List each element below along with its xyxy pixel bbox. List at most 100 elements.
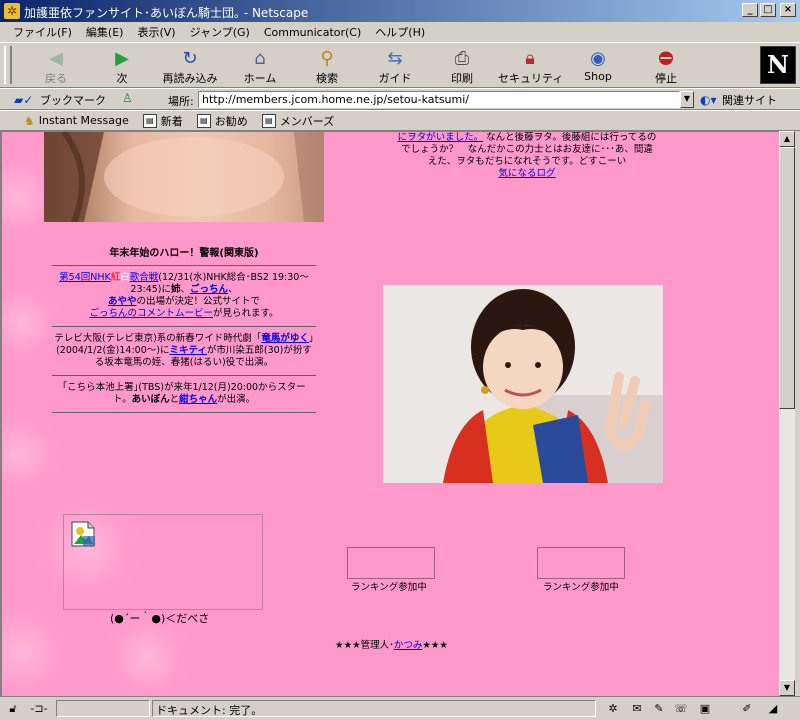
broken-image-placeholder[interactable] bbox=[63, 514, 263, 610]
home-button[interactable]: ⌂ ホーム bbox=[228, 45, 292, 87]
main-photo-art bbox=[383, 285, 663, 483]
main-photo[interactable] bbox=[383, 285, 663, 483]
newsgroups-component-icon[interactable]: ✎ bbox=[650, 701, 668, 716]
news-item: テレビ大阪(テレビ東京)系の新春ワイド時代劇「竜馬がゆく」(2004/1/2(金… bbox=[52, 327, 316, 376]
browser-window: ✲ 加護亜依ファンサイト･あいぼん騎士団｡ - Netscape _ □ × フ… bbox=[0, 0, 800, 720]
toolbar-grip[interactable] bbox=[4, 46, 12, 84]
location-toolbar: ▰✓ ブックマーク ♙ 場所: ▼ ◐▾ 関連サイト bbox=[0, 88, 800, 110]
ayaya-link[interactable]: あやや bbox=[108, 296, 137, 307]
blog-link[interactable]: にヲタがいました。 bbox=[398, 132, 484, 143]
resize-grip-icon[interactable]: ◢ bbox=[764, 701, 782, 716]
admin-footer: ★★★管理人･かつみ★★★ bbox=[335, 640, 448, 651]
interesting-log-link[interactable]: 気になるログ bbox=[498, 168, 555, 179]
window-title: 加護亜依ファンサイト･あいぼん騎士団｡ - Netscape bbox=[24, 6, 309, 20]
menu-communicator[interactable]: Communicator(C) bbox=[257, 26, 368, 39]
bookmarks-book-icon: ▰✓ bbox=[14, 93, 34, 107]
menu-help[interactable]: ヘルプ(H) bbox=[368, 24, 432, 40]
background-flower bbox=[2, 412, 62, 497]
members-button[interactable]: ▤ メンバーズ bbox=[261, 113, 334, 129]
close-button[interactable]: × bbox=[780, 3, 796, 17]
mail-component-icon[interactable]: ✉ bbox=[628, 701, 646, 716]
gocchin-link[interactable]: ごっちん bbox=[190, 284, 228, 295]
composer-edit-icon[interactable]: ✐ bbox=[738, 701, 756, 716]
konchan-link[interactable]: 紺ちゃん bbox=[179, 394, 217, 405]
forward-button[interactable]: ▶ 次 bbox=[90, 45, 154, 87]
netscape-logo[interactable]: N bbox=[760, 46, 796, 84]
mikitty-link[interactable]: ミキティ bbox=[169, 345, 206, 356]
title-bar: ✲ 加護亜依ファンサイト･あいぼん騎士団｡ - Netscape _ □ × bbox=[0, 0, 800, 22]
composer-component-icon[interactable]: ▣ bbox=[696, 701, 714, 716]
news-section: 年末年始のハロー！警報(関東版) 第54回NHK紅白歌合戦(12/31(水)NH… bbox=[52, 244, 316, 413]
blog-excerpt: にヲタがいました。 なんと後藤ヲタ。後藤組には行ってるの でしょうか？ なんだか… bbox=[397, 132, 657, 179]
chevron-up-icon: ▲ bbox=[783, 134, 791, 143]
reload-button[interactable]: ↻ 再読み込み bbox=[158, 45, 222, 87]
url-input[interactable] bbox=[198, 91, 680, 108]
printer-icon: ⎙ bbox=[454, 48, 470, 69]
news-item: ｢こちら本池上署｣(TBS)が来年1/12(月)20:00からスタート。あいぼん… bbox=[52, 376, 316, 413]
related-sites-label: 関連サイト bbox=[722, 94, 777, 107]
bookmark-page-icon: ▤ bbox=[261, 113, 276, 128]
search-icon: ⚲ bbox=[320, 48, 334, 69]
progress-panel bbox=[56, 700, 150, 717]
admin-katsumi-link[interactable]: かつみ bbox=[394, 640, 423, 651]
recommended-button[interactable]: ▤ お勧め bbox=[196, 113, 248, 129]
search-button[interactable]: ⚲ 検索 bbox=[295, 45, 359, 87]
instant-message-button[interactable]: ♞ Instant Message bbox=[24, 114, 129, 128]
menu-edit[interactable]: 編集(E) bbox=[79, 24, 131, 40]
bookmarks-label: ブックマーク bbox=[40, 94, 106, 107]
new-items-button[interactable]: ▤ 新着 bbox=[142, 113, 183, 129]
menu-bar: ファイル(F) 編集(E) 表示(V) ジャンプ(G) Communicator… bbox=[0, 22, 800, 42]
address-book-component-icon[interactable]: ☏ bbox=[672, 701, 690, 716]
stop-button[interactable]: ⛔︎ 停止 bbox=[634, 45, 698, 87]
nhk-kouhaku-link[interactable]: 第54回NHK bbox=[59, 272, 111, 283]
bookmarks-button[interactable]: ▰✓ ブックマーク bbox=[14, 91, 106, 109]
minimize-button[interactable]: _ bbox=[742, 3, 758, 17]
news-item: 第54回NHK紅白歌合戦(12/31(水)NHK総合･BS2 19:30～23:… bbox=[52, 266, 316, 327]
status-bar: 🔓︎ -⊐- ドキュメント: 完了。 ✲ ✉ ✎ ☏ ▣ ✐ ◢ bbox=[0, 696, 800, 720]
menu-go[interactable]: ジャンプ(G) bbox=[183, 24, 257, 40]
maximize-button[interactable]: □ bbox=[760, 3, 776, 17]
url-dropdown-button[interactable]: ▼ bbox=[680, 91, 694, 108]
page-proxy-icon[interactable]: ♙ bbox=[122, 91, 138, 107]
status-text: ドキュメント: 完了。 bbox=[152, 700, 596, 717]
utagassen-link[interactable]: 歌合戦 bbox=[130, 272, 159, 283]
menu-file[interactable]: ファイル(F) bbox=[6, 24, 79, 40]
forward-arrow-icon: ▶ bbox=[115, 48, 129, 69]
guide-signpost-icon: ⇆ bbox=[387, 48, 403, 69]
scroll-up-button[interactable]: ▲ bbox=[779, 131, 795, 147]
gocchin-comment-movie-link[interactable]: ごっちんのコメントムービー bbox=[89, 308, 213, 319]
security-lock-icon[interactable]: 🔓︎ bbox=[4, 701, 22, 716]
page-viewport[interactable]: にヲタがいました。 なんと後藤ヲタ。後藤組には行ってるの でしょうか？ なんだか… bbox=[0, 131, 779, 696]
emoticon-caption: (●´ー｀●)＜だべさ bbox=[110, 612, 210, 625]
chevron-down-icon: ▼ bbox=[783, 683, 791, 692]
back-arrow-icon: ◀ bbox=[49, 48, 63, 69]
broken-image-icon bbox=[71, 521, 95, 547]
bookmark-page-icon: ▤ bbox=[142, 113, 157, 128]
guide-button[interactable]: ⇆ ガイド bbox=[363, 45, 427, 87]
related-sites-button[interactable]: ◐▾ 関連サイト bbox=[700, 91, 777, 109]
related-sites-icon: ◐▾ bbox=[700, 93, 717, 107]
bookmark-page-icon: ▤ bbox=[196, 113, 211, 128]
personal-toolbar: ♞ Instant Message ▤ 新着 ▤ お勧め ▤ メンバーズ bbox=[0, 110, 800, 131]
print-button[interactable]: ⎙ 印刷 bbox=[430, 45, 494, 87]
online-connection-icon[interactable]: -⊐- bbox=[26, 701, 52, 716]
location-label: 場所: bbox=[168, 95, 194, 108]
scrollbar-thumb[interactable] bbox=[779, 147, 795, 409]
menu-view[interactable]: 表示(V) bbox=[130, 24, 182, 40]
shop-button[interactable]: ◉ Shop bbox=[566, 45, 630, 87]
home-icon: ⌂ bbox=[254, 48, 266, 69]
netscape-app-icon[interactable]: ✲ bbox=[4, 3, 20, 19]
ranking-banner-1[interactable] bbox=[347, 547, 435, 579]
ranking-banner-2[interactable] bbox=[537, 547, 625, 579]
navigator-component-icon[interactable]: ✲ bbox=[604, 701, 622, 716]
stop-traffic-light-icon: ⛔︎ bbox=[658, 48, 674, 69]
ranking-label-2: ランキング参加中 bbox=[543, 582, 619, 593]
ryoma-ga-yuku-link[interactable]: 竜馬がゆく bbox=[261, 333, 309, 344]
security-button[interactable]: 🔒︎ セキュリティ bbox=[498, 45, 563, 87]
top-photo bbox=[44, 132, 324, 224]
scroll-down-button[interactable]: ▼ bbox=[779, 680, 795, 696]
back-button[interactable]: ◀ 戻る bbox=[24, 45, 88, 87]
top-photo-art bbox=[44, 132, 324, 224]
chevron-down-icon: ▼ bbox=[683, 94, 691, 103]
vertical-scrollbar[interactable]: ▲ ▼ bbox=[779, 131, 795, 696]
